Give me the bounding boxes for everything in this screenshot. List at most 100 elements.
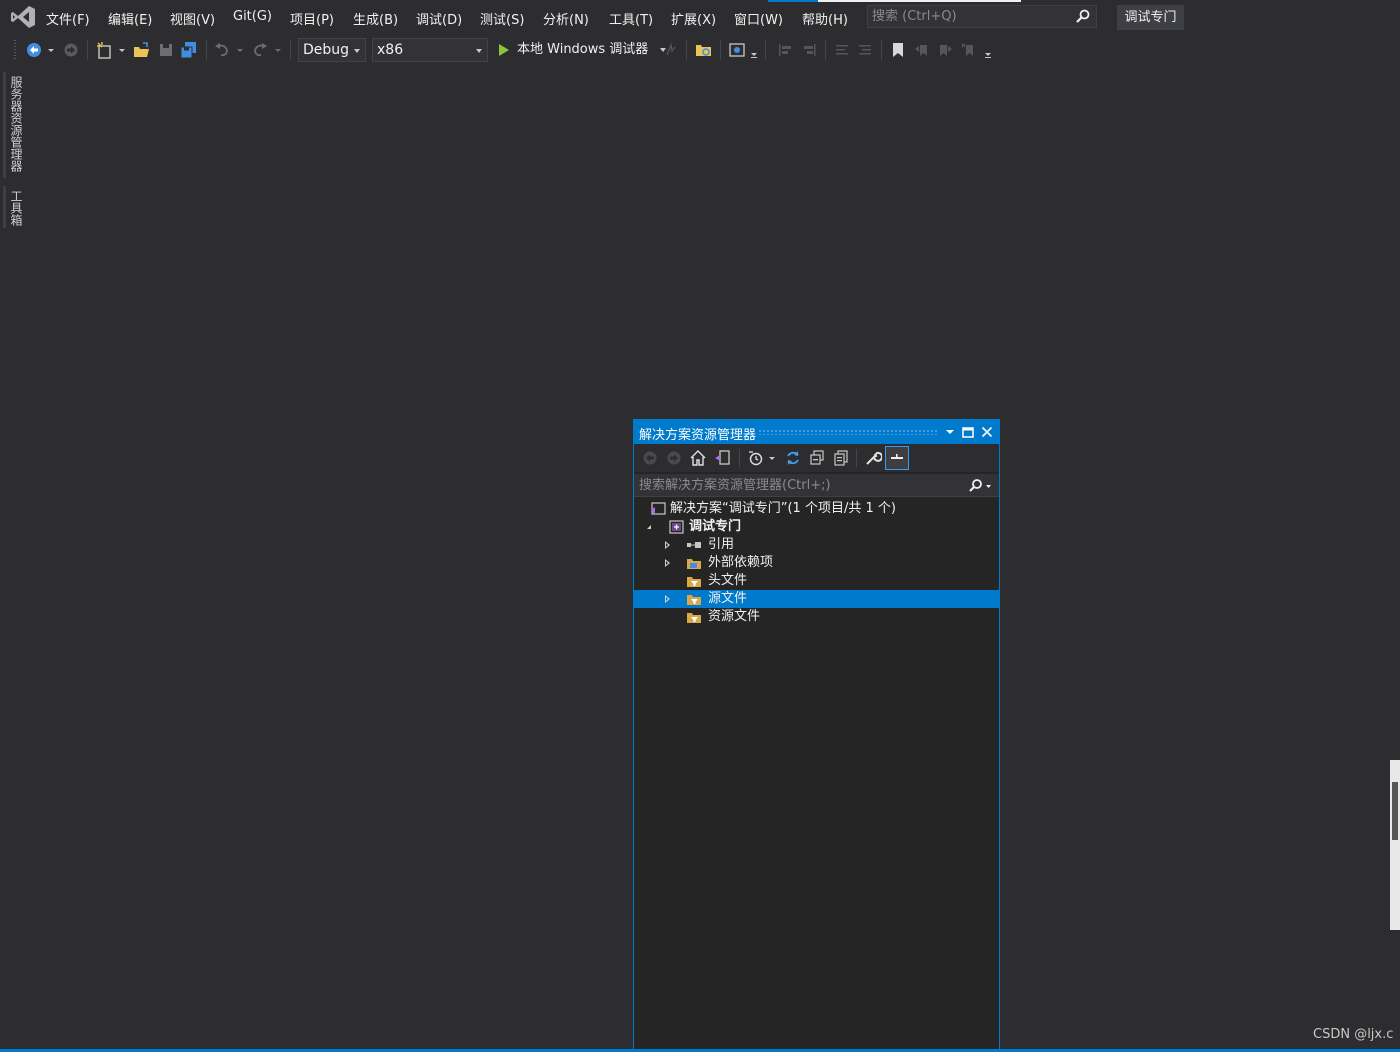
dropdown-arrow-icon[interactable] — [236, 41, 244, 59]
server-explorer-tab[interactable]: 服务器资源管理器 — [8, 76, 25, 172]
switch-views-icon[interactable] — [713, 449, 731, 467]
maximize-icon[interactable] — [960, 424, 976, 440]
navigate-back-icon[interactable] — [26, 41, 42, 59]
window-position-dropdown-icon[interactable] — [942, 424, 958, 440]
save-icon[interactable] — [158, 41, 174, 59]
toolbar-overflow-icon[interactable] — [983, 41, 993, 59]
solution-explorer-panel: 解决方案资源管理器 解决方案“调试专门”(1 个项目/共 — [633, 419, 1000, 1052]
tree-item-source-files[interactable]: 源文件 — [634, 590, 999, 608]
dropdown-arrow-icon[interactable] — [750, 41, 758, 59]
toolbar-separator — [206, 40, 207, 60]
menu-extensions[interactable]: 扩展(X) — [671, 9, 716, 28]
tree-item-references[interactable]: 引用 — [634, 536, 999, 554]
start-debugging-button[interactable]: 本地 Windows 调试器 — [497, 38, 667, 62]
platform-select[interactable]: x86 — [372, 38, 488, 62]
collapse-all-icon[interactable] — [808, 449, 826, 467]
menu-view[interactable]: 视图(V) — [170, 9, 215, 28]
save-all-icon[interactable] — [180, 41, 198, 59]
align-left-icon[interactable] — [777, 41, 795, 59]
menu-git[interactable]: Git(G) — [233, 9, 272, 24]
tree-item-external-deps[interactable]: 外部依赖项 — [634, 554, 999, 572]
show-all-files-icon[interactable] — [832, 449, 850, 467]
solution-explorer-title: 解决方案资源管理器 — [639, 428, 757, 443]
search-icon[interactable] — [1076, 9, 1090, 23]
dropdown-arrow-icon[interactable] — [274, 41, 282, 59]
screenshot-icon[interactable] — [728, 41, 746, 59]
expanded-arrow-icon[interactable] — [647, 525, 651, 529]
watermark: CSDN @ljx.c — [1313, 1027, 1394, 1042]
close-icon[interactable] — [979, 424, 995, 440]
solution-explorer-titlebar[interactable]: 解决方案资源管理器 — [634, 420, 999, 444]
collapsed-arrow-icon[interactable] — [665, 595, 670, 603]
run-label: 本地 Windows 调试器 — [517, 42, 649, 57]
menu-project[interactable]: 项目(P) — [290, 9, 334, 28]
menu-bar: 文件(F) 编辑(E) 视图(V) Git(G) 项目(P) 生成(B) 调试(… — [0, 0, 1400, 34]
search-icon[interactable] — [968, 478, 992, 494]
sync-icon[interactable] — [784, 449, 802, 467]
uncomment-icon[interactable] — [856, 41, 874, 59]
collapsed-arrow-icon[interactable] — [665, 541, 670, 549]
tree-item-header-files[interactable]: 头文件 — [634, 572, 999, 590]
tree-item-label: 源文件 — [708, 591, 748, 606]
left-side-tabs: 服务器资源管理器 工具箱 — [0, 72, 28, 242]
menu-tools[interactable]: 工具(T) — [609, 9, 653, 28]
bookmark-icon[interactable] — [889, 41, 907, 59]
new-project-icon[interactable] — [96, 41, 114, 59]
solution-icon — [651, 502, 666, 515]
collapsed-arrow-icon[interactable] — [665, 559, 670, 567]
undo-icon[interactable] — [213, 41, 231, 59]
menu-window[interactable]: 窗口(W) — [734, 9, 783, 28]
toolbar-separator — [881, 40, 882, 60]
project-name-badge: 调试专门 — [1117, 5, 1184, 30]
browse-folder-icon[interactable] — [695, 41, 713, 59]
solution-explorer-search-input[interactable] — [639, 476, 959, 495]
redo-icon[interactable] — [251, 41, 269, 59]
home-icon[interactable] — [689, 449, 707, 467]
drag-grip[interactable] — [758, 429, 938, 435]
toolbox-tab[interactable]: 工具箱 — [8, 190, 25, 226]
menu-debug[interactable]: 调试(D) — [416, 9, 462, 28]
clear-bookmarks-icon[interactable] — [960, 41, 978, 59]
right-edge-scrollbar[interactable] — [1390, 760, 1400, 930]
menu-test[interactable]: 测试(S) — [480, 9, 524, 28]
menu-help[interactable]: 帮助(H) — [802, 9, 848, 28]
tree-item-label: 外部依赖项 — [708, 555, 774, 570]
pending-changes-filter-icon[interactable] — [747, 449, 765, 467]
tree-item-resource-files[interactable]: 资源文件 — [634, 608, 999, 626]
chevron-down-icon[interactable] — [768, 449, 776, 467]
configuration-select[interactable]: Debug — [298, 38, 366, 62]
dropdown-arrow-icon[interactable] — [118, 41, 126, 59]
menu-build[interactable]: 生成(B) — [353, 9, 398, 28]
platform-value: x86 — [377, 42, 404, 58]
menu-file[interactable]: 文件(F) — [46, 9, 90, 28]
global-search-box[interactable] — [867, 5, 1097, 28]
menu-analyze[interactable]: 分析(N) — [543, 9, 589, 28]
comment-icon[interactable] — [833, 41, 851, 59]
filter-folder-icon — [687, 577, 701, 587]
properties-wrench-icon[interactable] — [864, 449, 882, 467]
global-search-input[interactable] — [872, 8, 1072, 25]
tree-item-label: 资源文件 — [708, 609, 761, 624]
hot-reload-icon[interactable] — [664, 41, 678, 59]
navigate-forward-icon[interactable] — [63, 41, 79, 59]
back-icon[interactable] — [641, 449, 659, 467]
toolbar-grip[interactable] — [14, 40, 16, 60]
previous-bookmark-icon[interactable] — [913, 41, 931, 59]
open-file-icon[interactable] — [133, 41, 151, 59]
align-right-icon[interactable] — [800, 41, 818, 59]
tree-item-solution[interactable]: 解决方案“调试专门”(1 个项目/共 1 个) — [634, 500, 999, 518]
menu-edit[interactable]: 编辑(E) — [108, 9, 152, 28]
toolbar-separator — [739, 449, 740, 467]
preview-selected-items-button[interactable] — [885, 446, 909, 470]
solution-explorer-toolbar — [634, 444, 999, 472]
forward-icon[interactable] — [665, 449, 683, 467]
next-bookmark-icon[interactable] — [936, 41, 954, 59]
solution-explorer-search[interactable] — [634, 474, 999, 497]
visual-studio-logo-icon[interactable] — [10, 5, 36, 29]
dropdown-arrow-icon[interactable] — [47, 41, 55, 59]
configuration-value: Debug — [303, 42, 350, 58]
cpp-project-icon — [669, 520, 684, 534]
tree-item-project[interactable]: 调试专门 — [634, 518, 999, 536]
scrollbar-thumb[interactable] — [1392, 782, 1398, 840]
external-deps-icon — [687, 559, 701, 569]
